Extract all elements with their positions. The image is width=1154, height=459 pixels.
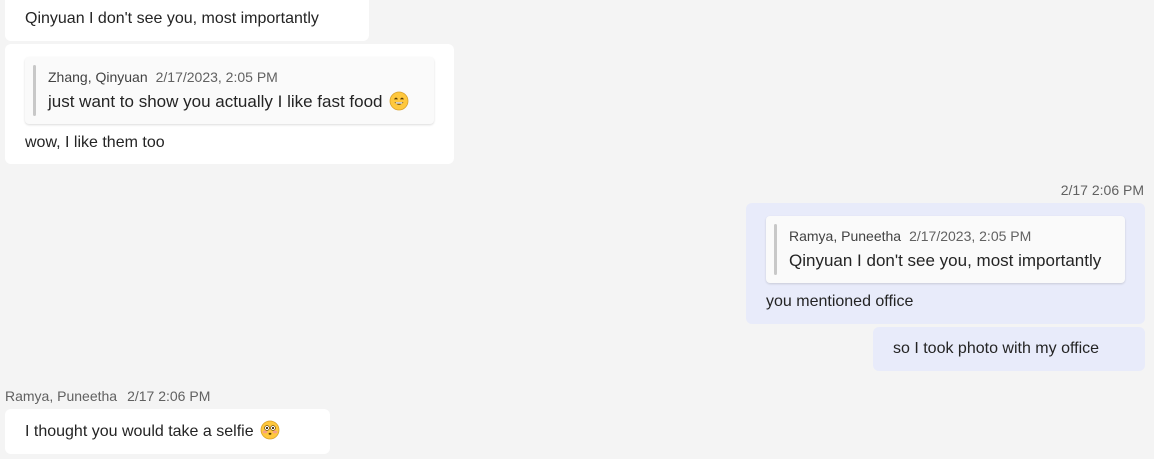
quote-text: Qinyuan I don't see you, most importantl… — [789, 251, 1102, 270]
message-text: wow, I like them too — [25, 134, 165, 151]
message-text-content: I thought you would take a selfie — [25, 423, 254, 441]
quote-author: Ramya, Puneetha — [789, 228, 902, 244]
message-bubble-incoming[interactable]: Qinyuan I don't see you, most importantl… — [5, 0, 369, 41]
message-bubble-incoming[interactable]: I thought you would take a selfie — [5, 409, 330, 454]
message-author: Ramya, Puneetha — [5, 388, 118, 404]
message-text: Qinyuan I don't see you, most importantl… — [25, 10, 319, 27]
quote-text: just want to show you actually I like fa… — [48, 91, 409, 113]
quote-text-content: just want to show you actually I like fa… — [48, 92, 383, 111]
quoted-reply[interactable]: Zhang, Qinyuan 2/17/2023, 2:05 PM just wa… — [25, 57, 434, 124]
message-text: so I took photo with my office — [893, 340, 1100, 357]
grinning-face-icon — [389, 91, 408, 110]
message-timestamp: 2/17 2:06 PM — [1060, 182, 1144, 198]
message-timestamp: 2/17 2:06 PM — [127, 388, 211, 404]
quoted-reply[interactable]: Ramya, Puneetha 2/17/2023, 2:05 PM Qinyua… — [766, 216, 1125, 283]
message-bubble-incoming[interactable]: Zhang, Qinyuan 2/17/2023, 2:05 PM just wa… — [5, 44, 454, 164]
quote-bar — [774, 224, 777, 275]
message-text: you mentioned office — [766, 293, 914, 310]
quote-header: Ramya, Puneetha 2/17/2023, 2:05 PM — [789, 228, 1031, 244]
message-bubble-outgoing[interactable]: so I took photo with my office — [873, 327, 1145, 371]
message-bubble-outgoing[interactable]: Ramya, Puneetha 2/17/2023, 2:05 PM Qinyua… — [746, 203, 1145, 324]
flushed-face-icon — [260, 420, 279, 440]
quote-header: Zhang, Qinyuan 2/17/2023, 2:05 PM — [48, 69, 278, 85]
quote-timestamp: 2/17/2023, 2:05 PM — [909, 228, 1032, 244]
quote-bar — [33, 65, 36, 116]
quote-author: Zhang, Qinyuan — [48, 69, 148, 85]
quote-timestamp: 2/17/2023, 2:05 PM — [155, 69, 278, 85]
message-text: I thought you would take a selfie — [25, 420, 280, 442]
chat-thread: Qinyuan I don't see you, most importantl… — [0, 0, 1154, 459]
message-header: Ramya, Puneetha 2/17 2:06 PM — [5, 388, 210, 404]
